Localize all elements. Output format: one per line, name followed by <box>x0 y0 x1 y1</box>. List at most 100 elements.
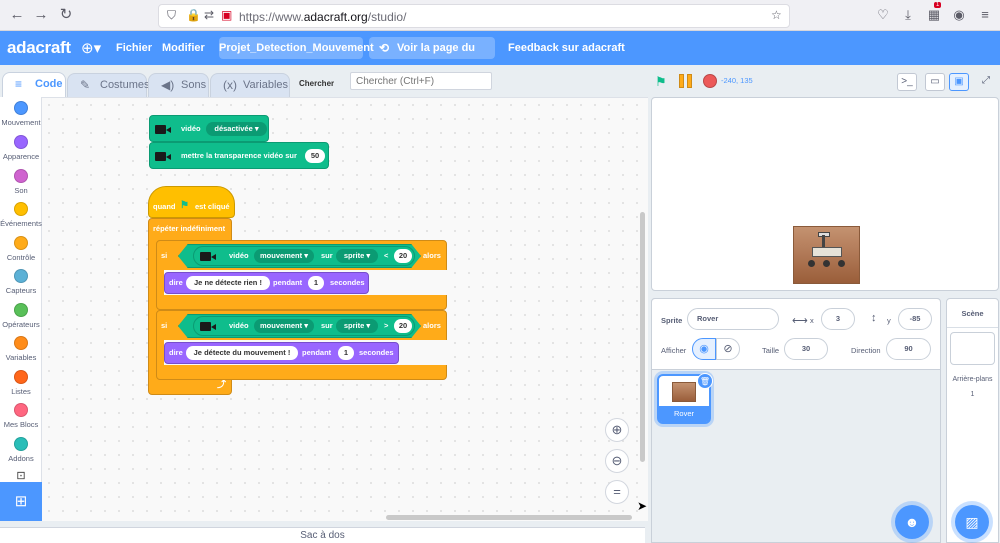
fullscreen-button[interactable]: ⤢ <box>976 73 996 91</box>
menu-file[interactable]: Fichier <box>116 42 152 54</box>
zoom-out-button[interactable]: ⊖ <box>605 449 629 473</box>
direction-label: Direction <box>851 346 881 355</box>
category-sound[interactable]: Son <box>0 169 42 195</box>
tab-variables[interactable]: (x) Variables <box>210 73 290 97</box>
url-bar[interactable]: ⛉ 🔒 ⇄ ▣ https://www.adacraft.org/studio/… <box>158 4 790 28</box>
extension-category-icon[interactable]: ⊡ <box>0 469 42 482</box>
tab-sounds[interactable]: ◀) Sons <box>148 73 209 97</box>
pause-button[interactable] <box>679 74 693 88</box>
zoom-in-button[interactable]: ⊕ <box>605 418 629 442</box>
block-label: secondes <box>330 278 365 287</box>
say-message-input[interactable]: Je détecte du mouvement ! <box>186 346 298 360</box>
video-target-dropdown[interactable]: sprite ▾ <box>336 319 378 333</box>
category-dot <box>14 135 28 149</box>
search-input[interactable] <box>350 72 492 90</box>
category-lists[interactable]: Listes <box>0 370 42 396</box>
backdrop-thumbnail[interactable] <box>950 332 995 365</box>
video-state-dropdown[interactable]: désactivée ▾ <box>206 122 267 136</box>
category-label: Capteurs <box>5 286 37 295</box>
say-block-2[interactable]: dire Je détecte du mouvement ! pendant 1… <box>164 342 399 364</box>
normal-stage-icon: ▣ <box>954 76 964 87</box>
extension-icon[interactable]: ▦ 1 <box>925 2 943 23</box>
normal-stage-button[interactable]: ▣ <box>949 73 969 91</box>
bookmark-star-icon[interactable]: ☆ <box>771 8 782 22</box>
stage-target-title: Scène <box>961 309 984 318</box>
rover-sprite[interactable] <box>793 226 860 284</box>
x-position-field[interactable]: 3 <box>821 308 855 330</box>
backpack-bar[interactable]: Sac à dos <box>0 527 645 543</box>
tab-code[interactable]: ≡ Code <box>2 72 66 97</box>
category-dot <box>14 336 28 350</box>
menu-edit[interactable]: Modifier <box>162 42 205 54</box>
zoom-reset-icon: = <box>613 484 621 499</box>
lock-icon[interactable]: 🔒 <box>186 8 201 22</box>
reload-icon[interactable]: ↻ <box>57 6 75 24</box>
video-motion-compare-block-1[interactable]: vidéo mouvement ▾ sur sprite ▾ < 20 <box>178 244 421 268</box>
size-field[interactable]: 30 <box>784 338 828 360</box>
hamburger-menu-icon[interactable]: ≡ <box>976 7 994 22</box>
video-toggle-block[interactable]: vidéo désactivée ▾ <box>149 115 269 142</box>
show-sprite-button[interactable]: ◉ <box>692 338 716 360</box>
feedback-link[interactable]: Feedback sur adacraft <box>508 42 625 54</box>
pocket-icon[interactable]: ♡ <box>874 7 892 23</box>
category-my-blocks[interactable]: Mes Blocs <box>0 403 42 429</box>
zoom-reset-button[interactable]: = <box>605 480 629 504</box>
app-menu-bar: adacraft ⊕▾ Fichier Modifier Projet_Dete… <box>0 31 1000 76</box>
category-events[interactable]: Événements <box>0 202 42 228</box>
category-operators[interactable]: Opérateurs <box>0 303 42 329</box>
direction-field[interactable]: 90 <box>886 338 931 360</box>
zoom-in-icon: ⊕ <box>611 422 623 437</box>
green-flag-button[interactable]: ⚑ <box>655 74 667 90</box>
add-sprite-button[interactable]: ☻ <box>895 505 929 539</box>
say-message-input[interactable]: Je ne détecte rien ! <box>186 276 270 290</box>
workspace-vertical-scrollbar[interactable] <box>640 212 645 462</box>
when-flag-clicked-block[interactable]: quand ⚑ est cliqué <box>148 186 235 218</box>
category-variables[interactable]: Variables <box>0 336 42 362</box>
say-seconds-input[interactable]: 1 <box>338 346 354 360</box>
category-label: Mouvement <box>1 118 41 127</box>
tab-costumes[interactable]: ✎ Costumes <box>67 73 150 97</box>
y-position-field[interactable]: -85 <box>898 308 932 330</box>
video-target-dropdown[interactable]: sprite ▾ <box>336 249 378 263</box>
video-sensing-reporter-1[interactable]: vidéo mouvement ▾ sur sprite ▾ < 20 <box>193 246 415 266</box>
category-looks[interactable]: Apparence <box>0 135 42 161</box>
video-motion-compare-block-2[interactable]: vidéo mouvement ▾ sur sprite ▾ > 20 <box>178 314 421 338</box>
language-globe-icon[interactable]: ⊕▾ <box>81 39 101 57</box>
hide-sprite-button[interactable]: ⊘ <box>716 338 740 360</box>
forward-icon[interactable]: → <box>32 6 50 24</box>
delete-sprite-button[interactable]: 🗑 <box>697 373 713 389</box>
permissions-icon[interactable]: ⇄ <box>204 8 214 22</box>
transparency-value-input[interactable]: 50 <box>305 149 325 163</box>
workspace-horizontal-scrollbar[interactable] <box>386 515 632 520</box>
say-block-1[interactable]: dire Je ne détecte rien ! pendant 1 seco… <box>164 272 369 294</box>
video-attribute-dropdown[interactable]: mouvement ▾ <box>254 249 314 263</box>
video-sensing-reporter-2[interactable]: vidéo mouvement ▾ sur sprite ▾ > 20 <box>193 316 415 336</box>
threshold-input[interactable]: 20 <box>394 319 412 333</box>
say-seconds-input[interactable]: 1 <box>308 276 324 290</box>
category-control[interactable]: Contrôle <box>0 236 42 262</box>
category-sensing[interactable]: Capteurs <box>0 269 42 295</box>
stop-button[interactable] <box>703 74 717 88</box>
sprite-name-field[interactable]: Rover <box>687 308 779 330</box>
category-label: Listes <box>11 387 31 396</box>
console-button[interactable]: >_ <box>897 73 917 91</box>
add-extension-button[interactable]: ⊞ <box>0 482 42 521</box>
app-logo[interactable]: adacraft <box>7 38 71 58</box>
video-transparency-block[interactable]: mettre la transparence vidéo sur 50 <box>149 142 329 169</box>
add-backdrop-button[interactable]: ▨ <box>955 505 989 539</box>
sprite-tile-name: Rover <box>659 406 709 422</box>
downloads-icon[interactable]: ⤓ <box>899 7 917 23</box>
threshold-input[interactable]: 20 <box>394 249 412 263</box>
camera-sharing-icon[interactable]: ▣ <box>221 8 232 22</box>
category-label: Mes Blocs <box>3 420 39 429</box>
category-addons[interactable]: Addons <box>0 437 42 463</box>
block-label: si <box>161 321 168 330</box>
see-project-button[interactable]: ⟲ Voir la page du projet <box>369 37 495 76</box>
category-motion[interactable]: Mouvement <box>0 101 42 127</box>
account-icon[interactable]: ◉ <box>950 7 968 23</box>
project-title-field[interactable]: Projet_Detection_Mouvement <box>219 37 374 59</box>
back-icon[interactable]: ← <box>8 6 26 24</box>
video-attribute-dropdown[interactable]: mouvement ▾ <box>254 319 314 333</box>
small-stage-button[interactable]: ▭ <box>925 73 945 91</box>
shield-icon[interactable]: ⛉ <box>167 8 176 23</box>
